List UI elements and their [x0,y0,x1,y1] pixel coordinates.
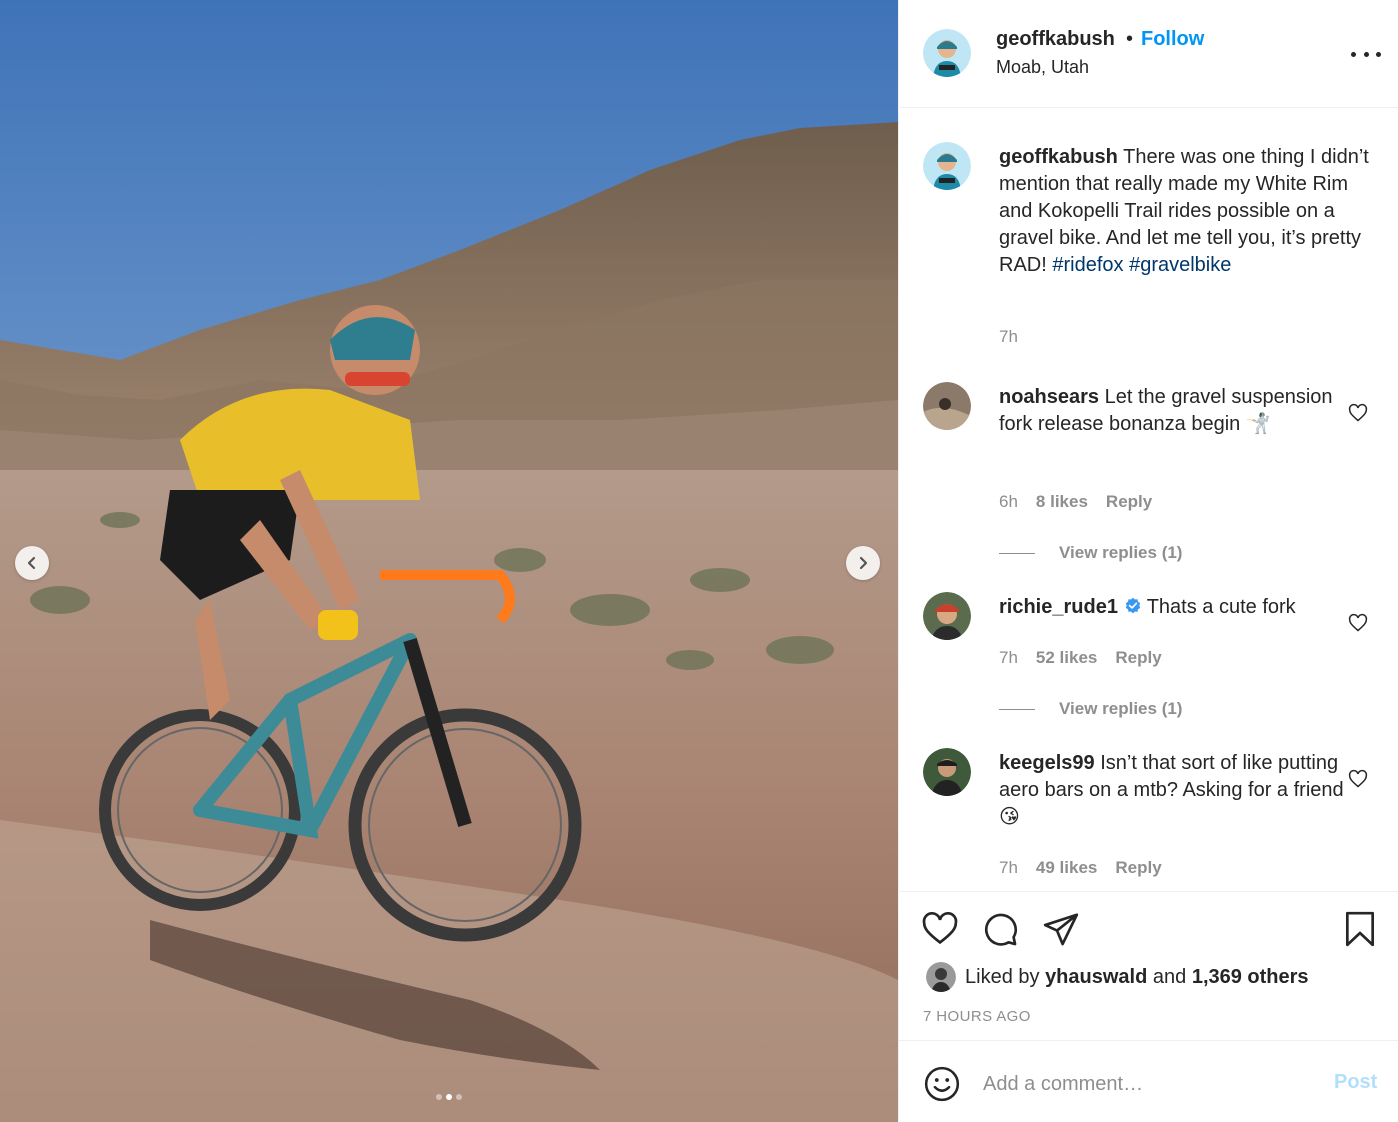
emoji-icon[interactable] [923,1065,961,1103]
post-timestamp[interactable]: 7 HOURS AGO [923,1008,1031,1025]
post-location[interactable]: Moab, Utah [996,57,1089,78]
hashtag-link[interactable]: #ridefox [1052,254,1123,276]
chevron-right-icon [859,556,868,570]
reply-button[interactable]: Reply [1115,858,1161,878]
comment-likes[interactable]: 49 likes [1036,858,1097,878]
comment-meta: 6h 8 likes Reply [999,492,1152,512]
comment-time[interactable]: 7h [999,858,1018,878]
comment-likes[interactable]: 8 likes [1036,492,1088,512]
caption-username[interactable]: geoffkabush [999,146,1118,168]
comment-text-block: noahsears Let the gravel suspension fork… [999,384,1369,438]
comment-text-block: keegels99 Isn’t that sort of like puttin… [999,750,1369,831]
author-avatar[interactable] [923,29,971,77]
comment-input[interactable] [983,1067,1313,1101]
divider-line [999,552,1035,554]
comment-icon[interactable] [981,910,1019,948]
commenter-avatar[interactable] [923,592,971,640]
post-photo[interactable] [0,0,898,1122]
view-replies-button[interactable]: View replies (1) [999,543,1182,563]
liker-avatar[interactable] [926,962,956,992]
like-comment-heart-icon[interactable] [1348,403,1368,423]
comment-text-block: richie_rude1 Thats a cute fork [999,594,1369,621]
share-icon[interactable] [1042,910,1080,948]
comment-username[interactable]: noahsears [999,386,1099,408]
likes-count[interactable]: 1,369 others [1192,966,1309,988]
divider-line [999,708,1035,710]
commenter-avatar[interactable] [923,382,971,430]
liked-by-prefix: Liked by [965,966,1040,988]
verified-badge-icon [1125,597,1140,614]
post-image [0,0,898,1122]
carousel-dot [456,1094,462,1100]
like-comment-heart-icon[interactable] [1348,613,1368,633]
comment-time[interactable]: 6h [999,492,1018,512]
more-dot-icon [1351,51,1356,57]
view-replies-label: View replies (1) [1059,699,1183,718]
more-dot-icon [1376,51,1381,57]
liked-by-user[interactable]: yhauswald [1045,966,1147,988]
heart-icon[interactable] [921,910,959,948]
post-side-panel: geoffkabush • Follow Moab, Utah geoffkab… [898,0,1398,1122]
view-replies-button[interactable]: View replies (1) [999,699,1182,719]
comment-username[interactable]: keegels99 [999,752,1095,774]
caption-avatar[interactable] [923,142,971,190]
author-username[interactable]: geoffkabush [996,28,1115,51]
comment-likes[interactable]: 52 likes [1036,648,1097,668]
separator-dot: • [1126,28,1134,50]
more-options-button[interactable] [1351,42,1381,66]
comment-meta: 7h 52 likes Reply [999,648,1162,668]
commenter-avatar[interactable] [923,748,971,796]
comment-time[interactable]: 7h [999,648,1018,668]
liked-by-and: and [1152,966,1187,988]
more-dot-icon [1363,51,1369,57]
comments-section[interactable]: geoffkabush There was one thing I didn’t… [899,108,1398,891]
carousel-indicator [0,1094,898,1100]
comment-username[interactable]: richie_rude1 [999,596,1118,618]
caption-meta: 7h [999,327,1018,347]
bookmark-icon[interactable] [1341,910,1379,948]
post-comment-button[interactable]: Post [1334,1071,1377,1094]
previous-photo-button[interactable] [15,546,49,580]
liked-by-summary: Liked by yhauswald and 1,369 others [965,966,1309,989]
post-actions: Liked by yhauswald and 1,369 others 7 HO… [899,891,1398,1041]
follow-button[interactable]: Follow [1141,28,1204,51]
comment-meta: 7h 49 likes Reply [999,858,1162,878]
like-comment-heart-icon[interactable] [1348,769,1368,789]
hashtag-link[interactable]: #gravelbike [1129,254,1231,276]
view-replies-label: View replies (1) [1059,543,1183,562]
chevron-left-icon [27,556,36,570]
reply-button[interactable]: Reply [1106,492,1152,512]
add-comment-bar: Post [899,1041,1398,1122]
post-header: geoffkabush • Follow Moab, Utah [899,0,1398,108]
carousel-dot [436,1094,442,1100]
comment-text: Thats a cute fork [1146,596,1296,618]
caption-time[interactable]: 7h [999,327,1018,347]
carousel-dot-active [446,1094,452,1100]
reply-button[interactable]: Reply [1115,648,1161,668]
next-photo-button[interactable] [846,546,880,580]
caption-text-block: geoffkabush There was one thing I didn’t… [999,144,1369,279]
